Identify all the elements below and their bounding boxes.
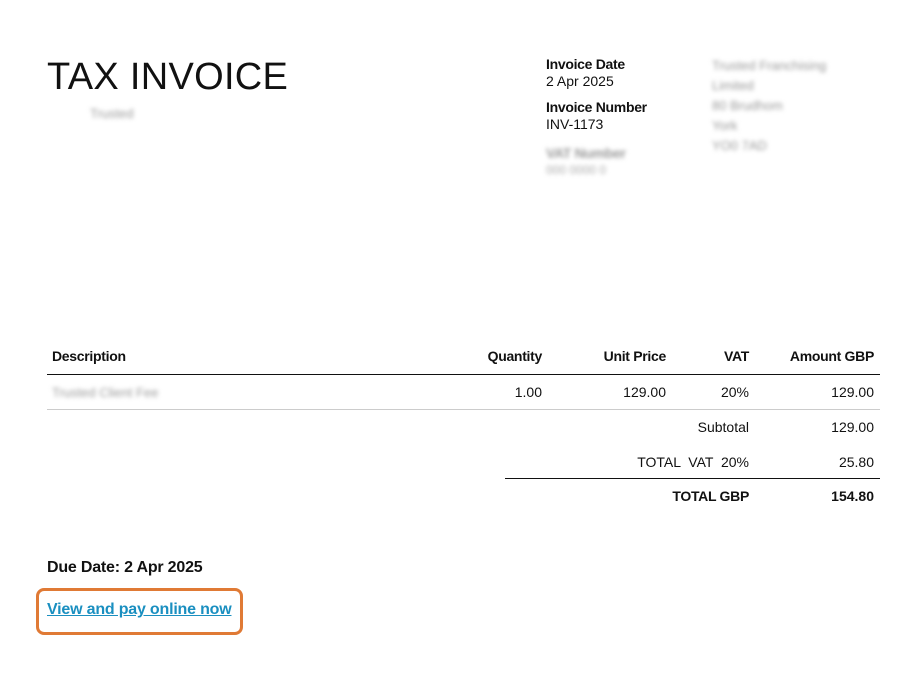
- invoice-meta: Invoice Date 2 Apr 2025 Invoice Number I…: [546, 56, 696, 188]
- total-label: TOTAL GBP: [672, 488, 749, 504]
- total-value: 154.80: [831, 488, 874, 504]
- vat-number-label: VAT Number: [546, 145, 626, 161]
- vat-number-block: VAT Number 000 0000 0: [546, 145, 696, 179]
- invoice-title: TAX INVOICE: [47, 56, 289, 98]
- subtotal-label: Subtotal: [697, 419, 749, 435]
- row-quantity: 1.00: [514, 384, 542, 400]
- client-name: Trusted: [90, 106, 134, 121]
- header-amount: Amount GBP: [789, 348, 874, 364]
- invoice-number-value: INV-1173: [546, 116, 604, 132]
- header-quantity: Quantity: [487, 348, 543, 364]
- invoice-date-value: 2 Apr 2025: [546, 73, 614, 89]
- supplier-line: York: [712, 118, 738, 133]
- total-rule: [505, 478, 880, 479]
- supplier-address: Trusted Franchising Limited 80 Brudhom Y…: [712, 56, 862, 156]
- view-and-pay-online-link[interactable]: View and pay online now: [47, 601, 232, 619]
- supplier-line: Trusted Franchising: [712, 58, 827, 73]
- supplier-line: 80 Brudhom: [712, 98, 783, 113]
- invoice-number-label: Invoice Number: [546, 99, 647, 115]
- header-unit-price: Unit Price: [603, 348, 667, 364]
- header-vat: VAT: [723, 348, 749, 364]
- subtotal-value: 129.00: [831, 419, 874, 435]
- header-rule: [47, 374, 880, 375]
- row-divider: [47, 409, 880, 410]
- vat-number-value: 000 0000 0: [546, 163, 607, 177]
- total-vat-label: TOTAL VAT 20%: [637, 454, 749, 470]
- header-description: Description: [52, 348, 126, 364]
- due-date: Due Date: 2 Apr 2025: [47, 559, 203, 576]
- total-vat-value: 25.80: [838, 454, 874, 470]
- supplier-line: YO0 7AD: [712, 138, 767, 153]
- row-amount: 129.00: [831, 384, 874, 400]
- supplier-line: Limited: [712, 78, 754, 93]
- row-unit-price: 129.00: [623, 384, 666, 400]
- row-vat: 20%: [720, 384, 749, 400]
- row-description: Trusted Client Fee: [52, 385, 159, 400]
- invoice-date-label: Invoice Date: [546, 56, 625, 72]
